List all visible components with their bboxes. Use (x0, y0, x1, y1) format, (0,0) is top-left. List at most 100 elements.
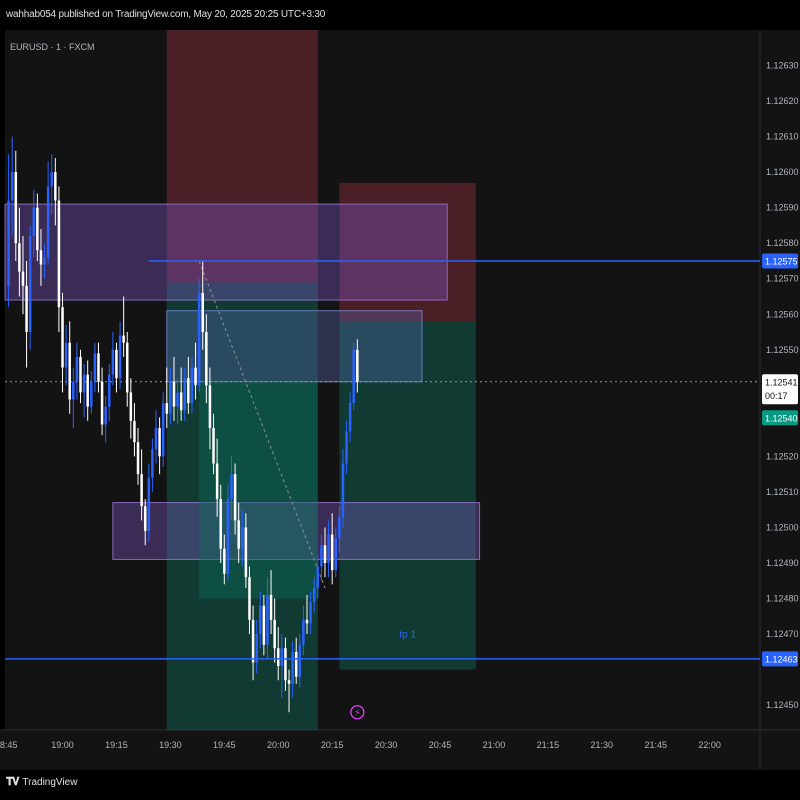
y-tick-label: 1.12570 (766, 274, 799, 284)
y-tick-label: 1.12450 (766, 700, 799, 710)
y-tick-label: 1.12470 (766, 629, 799, 639)
candle-body (187, 378, 190, 404)
candle-body (154, 427, 158, 450)
candlestick-chart[interactable]: tp 1 ⚡ EURUSD · 1 · FXCM 1.12630 1.12620 1.12… (0, 30, 800, 770)
candle-body (111, 349, 115, 375)
x-tick-label: 21:15 (537, 740, 560, 750)
candle-body (14, 172, 18, 244)
candle-body (32, 207, 36, 237)
candle-body (338, 516, 341, 539)
candle-body (291, 651, 294, 684)
candle-body (201, 292, 204, 333)
candle-body (165, 403, 169, 414)
publisher-bar: wahhab054 published on TradingView.com, … (0, 0, 800, 30)
x-tick-label: 21:45 (644, 740, 667, 750)
candle-body (320, 545, 323, 567)
candle-body (223, 548, 226, 574)
candle-body (61, 307, 64, 368)
candle-body (352, 349, 355, 404)
y-tick-label: 1.12600 (766, 167, 799, 177)
candle-body (194, 367, 197, 386)
x-tick-label: 20:00 (267, 740, 290, 750)
candle-body (348, 403, 352, 432)
candle-body (161, 403, 165, 457)
y-tick-label: 1.12510 (766, 487, 799, 497)
candle-body (205, 332, 208, 386)
candle-body (287, 680, 291, 684)
candle-body (28, 236, 32, 333)
candle-body (129, 392, 133, 421)
candle-body (345, 431, 348, 464)
y-tick-label: 1.12580 (766, 238, 799, 248)
candle-body (50, 172, 53, 187)
candle-body (36, 207, 39, 251)
candle-body (72, 381, 75, 400)
candle-body (323, 545, 327, 563)
x-tick-label: 20:30 (375, 740, 398, 750)
candle-body (18, 243, 21, 272)
candle-body (147, 477, 151, 532)
candle-body (122, 335, 125, 343)
candle-body (208, 385, 212, 428)
candle-body (108, 374, 111, 407)
level-price-tag: 1.12463 (765, 654, 798, 664)
candle-body (133, 420, 136, 443)
x-tick-label: 19:15 (105, 740, 128, 750)
candle-body (276, 648, 280, 667)
candle-body (57, 200, 61, 308)
footer-bar (0, 770, 800, 800)
published-text: wahhab054 published on TradingView.com, … (6, 9, 326, 20)
y-tick-label: 1.12590 (766, 203, 799, 213)
candle-body (100, 381, 104, 425)
candle-body (21, 271, 25, 286)
candle-body (43, 257, 46, 265)
candle-body (82, 374, 86, 393)
candle-body (273, 619, 276, 649)
candle-body (312, 587, 316, 603)
y-tick-label: 1.12490 (766, 558, 799, 568)
zone-purple (4, 203, 448, 301)
candle-body (334, 538, 338, 571)
candle-body (68, 342, 71, 400)
candle-body (305, 619, 309, 624)
candle-body (97, 353, 100, 382)
candle-body (197, 292, 201, 386)
tradingview-brand[interactable]: 𝐓𝐕 TradingView (6, 776, 77, 789)
candle-body (64, 342, 68, 368)
last-price-tag-countdown: 00:17 (765, 391, 788, 401)
candle-body (183, 378, 187, 411)
candle-body (190, 367, 194, 404)
time-axis (0, 730, 760, 770)
brand-label: TradingView (22, 777, 78, 788)
candle-body (294, 651, 298, 677)
last-price-tag: 1.12541 (765, 377, 798, 387)
candle-body (125, 342, 129, 393)
candle-body (327, 534, 330, 563)
candle-body (176, 392, 179, 407)
candle-body (251, 619, 255, 663)
candle-body (179, 392, 183, 411)
tradingview-logo-icon: 𝐓𝐕 (6, 776, 19, 788)
y-tick-label: 1.12550 (766, 345, 799, 355)
candle-body (280, 648, 284, 667)
x-tick-label: 20:15 (321, 740, 344, 750)
candle-body (302, 619, 305, 645)
candle-body (172, 381, 176, 407)
lightning-glyph: ⚡ (354, 709, 360, 719)
y-tick-label: 1.12500 (766, 522, 799, 532)
candle-body (79, 356, 82, 393)
tp1-label: tp 1 (399, 630, 416, 641)
candle-body (143, 506, 147, 532)
candle-body (86, 374, 89, 407)
candle-body (90, 381, 93, 407)
candle-body (284, 648, 287, 681)
candle-body (233, 474, 237, 521)
x-tick-label: 19:00 (51, 740, 74, 750)
candle-body (248, 577, 251, 620)
y-tick-label: 1.12630 (766, 61, 799, 71)
candle-body (140, 474, 143, 507)
candle-body (215, 463, 219, 500)
candle-body (341, 463, 345, 517)
candle-body (298, 644, 302, 677)
x-tick-label: 22:00 (698, 740, 721, 750)
